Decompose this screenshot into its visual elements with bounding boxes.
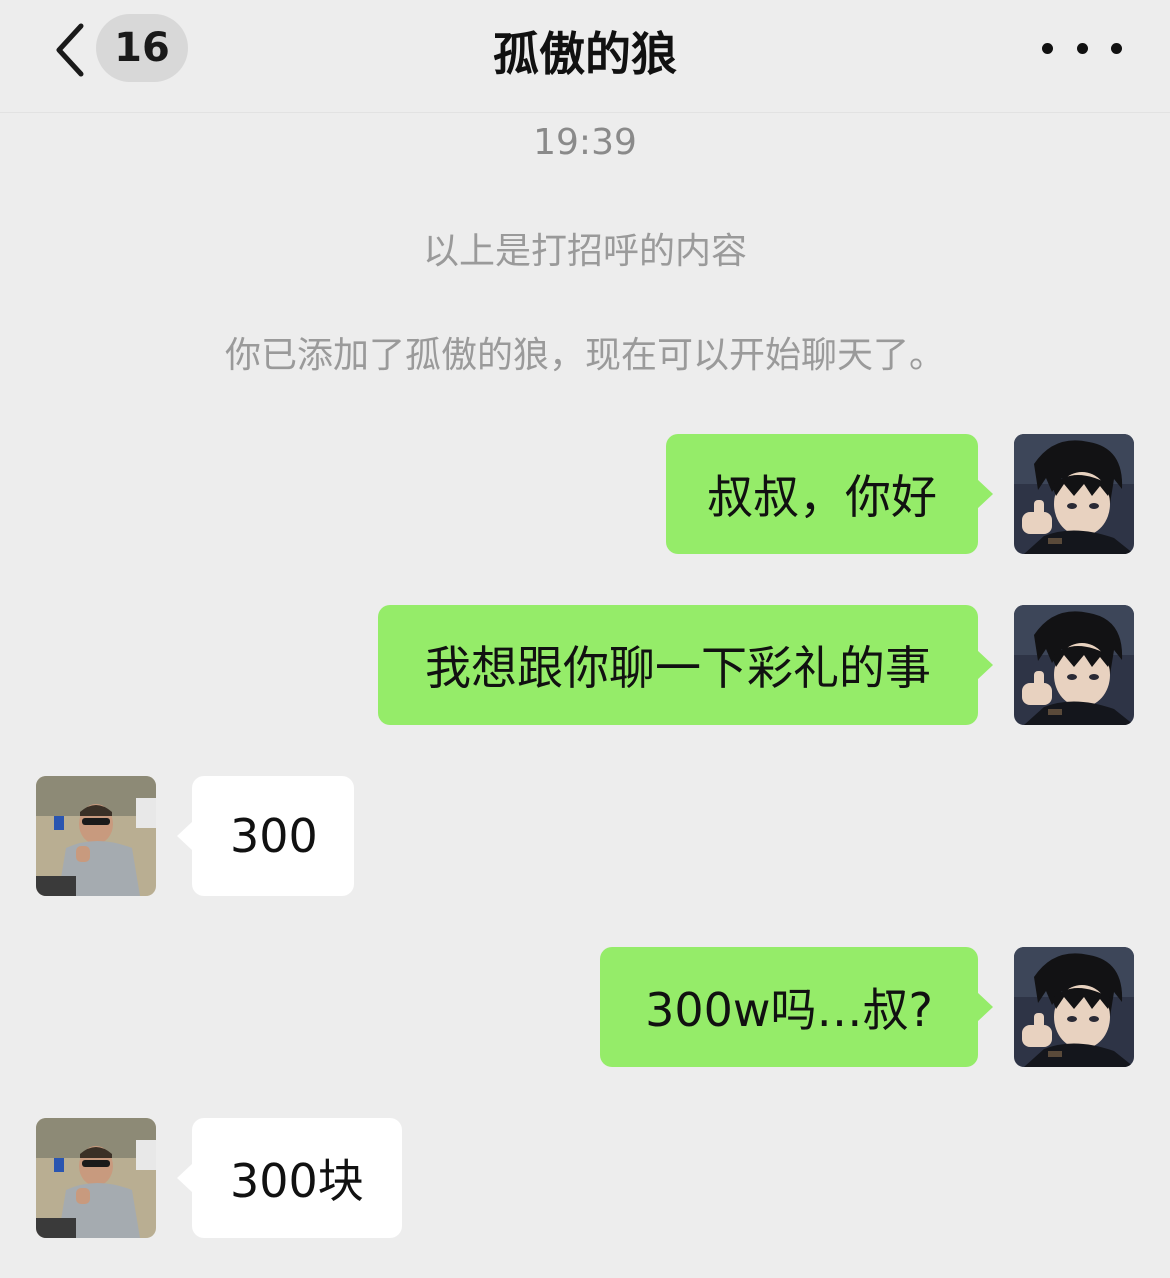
- avatar-image: [36, 1118, 156, 1238]
- message-text: 300块: [230, 1154, 364, 1208]
- system-message-greeting: 以上是打招呼的内容: [422, 231, 747, 272]
- unread-count-badge[interactable]: 16: [96, 14, 188, 82]
- chat-header: 16 孤傲的狼: [0, 0, 1170, 113]
- more-dots-icon: [1111, 42, 1122, 54]
- avatar-image: [1014, 947, 1134, 1067]
- contact-avatar[interactable]: [36, 1118, 156, 1238]
- incoming-message-bubble[interactable]: 300: [177, 776, 354, 896]
- outgoing-message-bubble[interactable]: 我想跟你聊一下彩礼的事: [378, 605, 993, 725]
- message-timestamp: 19:39: [533, 122, 637, 163]
- chevron-left-icon: [56, 23, 84, 77]
- message-text: 300: [230, 809, 318, 863]
- more-dots-icon: [1076, 42, 1088, 54]
- contact-avatar[interactable]: [36, 776, 156, 896]
- more-options-button[interactable]: [1042, 28, 1122, 68]
- avatar-image: [1014, 605, 1134, 725]
- outgoing-message-bubble[interactable]: 叔叔，你好: [666, 434, 993, 554]
- self-avatar[interactable]: [1014, 947, 1134, 1067]
- avatar-image: [36, 776, 156, 896]
- self-avatar[interactable]: [1014, 434, 1134, 554]
- avatar-image: [1014, 434, 1134, 554]
- outgoing-message-bubble[interactable]: 300w吗…叔?: [600, 947, 993, 1067]
- incoming-message-bubble[interactable]: 300块: [177, 1118, 402, 1238]
- message-text: 300w吗…叔?: [645, 983, 933, 1037]
- more-dots-icon: [1042, 42, 1053, 54]
- system-message-added-friend: 你已添加了孤傲的狼，现在可以开始聊天了。: [224, 335, 945, 376]
- message-text: 叔叔，你好: [707, 470, 937, 524]
- back-button[interactable]: [40, 18, 100, 82]
- self-avatar[interactable]: [1014, 605, 1134, 725]
- message-text: 我想跟你聊一下彩礼的事: [425, 641, 931, 695]
